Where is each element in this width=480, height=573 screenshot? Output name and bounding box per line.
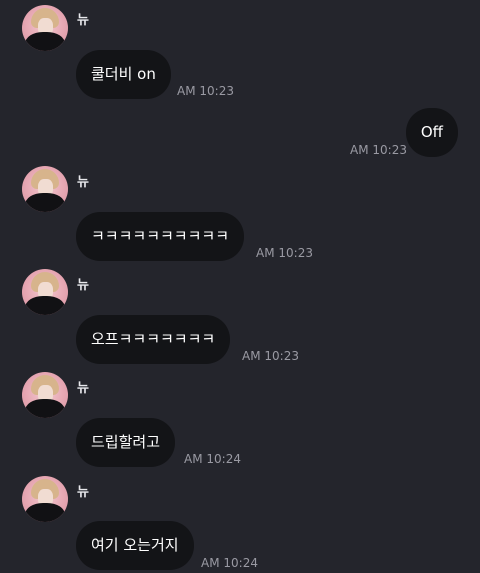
sender-avatar[interactable] [22, 372, 68, 418]
message-timestamp: AM 10:23 [350, 143, 407, 157]
message-bubble[interactable]: 드립할려고 [76, 418, 176, 467]
sender-name: 뉴 [77, 175, 89, 190]
message-bubble-outgoing[interactable]: Off [405, 108, 458, 157]
sender-name: 뉴 [77, 13, 89, 28]
message-timestamp: AM 10:24 [184, 452, 241, 466]
sender-avatar[interactable] [22, 166, 68, 212]
sender-avatar[interactable] [22, 5, 68, 51]
sender-name: 뉴 [77, 485, 89, 500]
sender-name: 뉴 [77, 278, 89, 293]
message-bubble[interactable]: ㅋㅋㅋㅋㅋㅋㅋㅋㅋㅋ [76, 212, 245, 261]
sender-avatar[interactable] [22, 476, 68, 522]
message-timestamp: AM 10:24 [201, 556, 258, 570]
message-timestamp: AM 10:23 [177, 84, 234, 98]
sender-avatar[interactable] [22, 269, 68, 315]
message-bubble[interactable]: 여기 오는거지 [76, 521, 194, 570]
sender-name: 뉴 [77, 381, 89, 396]
message-timestamp: AM 10:23 [256, 246, 313, 260]
message-bubble[interactable]: 쿨더비 on [76, 50, 171, 99]
message-timestamp: AM 10:23 [242, 349, 299, 363]
message-bubble[interactable]: 오프ㅋㅋㅋㅋㅋㅋㅋ [76, 315, 231, 364]
